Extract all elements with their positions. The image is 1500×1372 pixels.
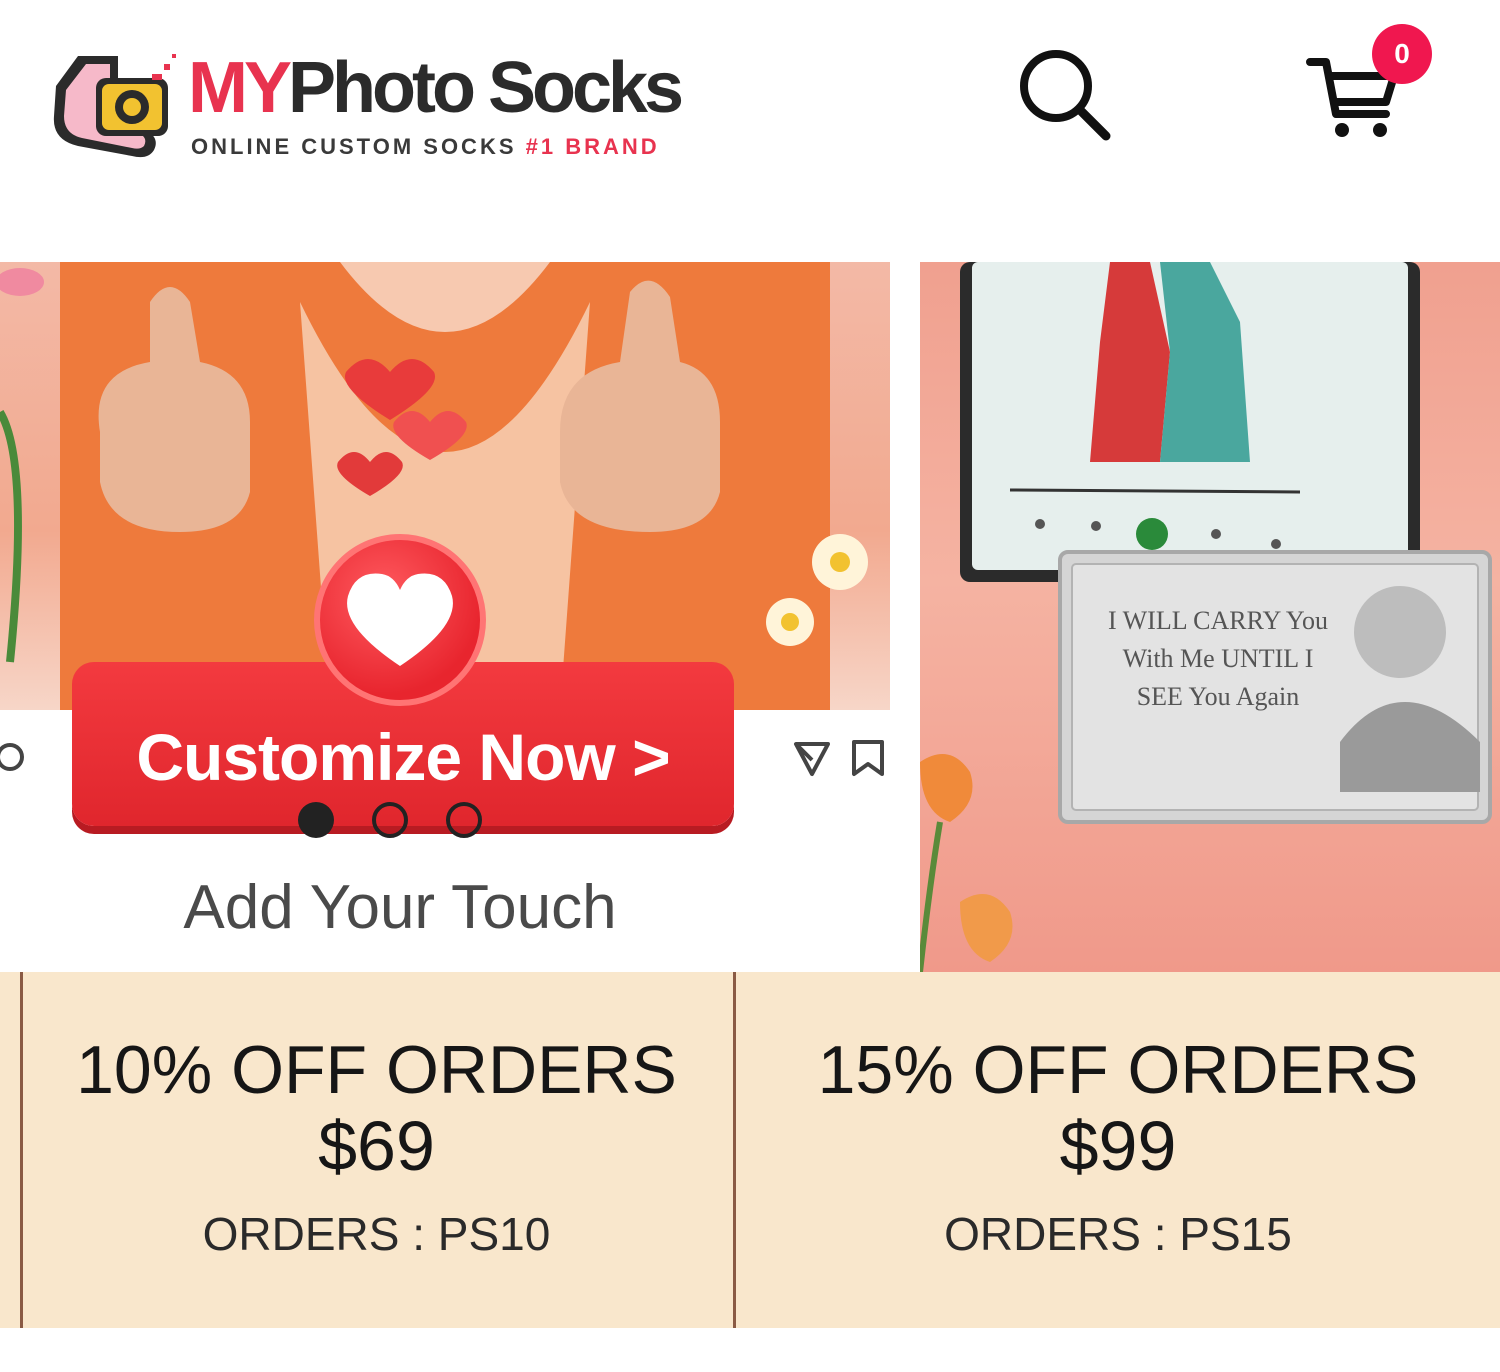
- coupon-card[interactable]: 10% OFF ORDERS $69 ORDERS : PS10: [20, 972, 730, 1328]
- brand-logo[interactable]: MYPhoto Socks ONLINE CUSTOM SOCKS #1 BRA…: [48, 38, 748, 168]
- coupon-amount: $69: [318, 1107, 435, 1185]
- plaque-quote: I WILL CARRY You With Me UNTIL I SEE You…: [1107, 606, 1329, 711]
- heart-icon: [347, 573, 453, 666]
- promo-banner-customize[interactable]: Customize Now > Add Your Touch: [0, 262, 900, 972]
- carousel-indicators: [298, 802, 498, 842]
- carousel-dot-1[interactable]: [298, 802, 334, 838]
- site-header: MYPhoto Socks ONLINE CUSTOM SOCKS #1 BRA…: [0, 0, 1500, 262]
- search-button[interactable]: [1012, 42, 1116, 146]
- brand-name-rest: Photo Socks: [288, 48, 684, 128]
- heart-badge: [314, 534, 486, 706]
- brand-tagline-highlight: #1 BRAND: [525, 134, 660, 159]
- bookmark-icon[interactable]: [850, 738, 886, 778]
- coupon-code: ORDERS : PS10: [202, 1208, 551, 1260]
- brand-tagline: ONLINE CUSTOM SOCKS #1 BRAND: [191, 134, 660, 160]
- coupon-title: 15% OFF ORDERS: [817, 1032, 1419, 1108]
- comment-icon[interactable]: [0, 740, 34, 774]
- coupon-code: ORDERS : PS15: [944, 1208, 1292, 1260]
- brand-tagline-main: ONLINE CUSTOM SOCKS: [191, 134, 517, 159]
- banner-subtitle: Add Your Touch: [183, 873, 617, 942]
- coupon-strip: 10% OFF ORDERS $69 ORDERS : PS10 15% OFF…: [0, 972, 1500, 1328]
- brand-name-my: MY: [188, 48, 292, 128]
- share-icon[interactable]: [792, 738, 832, 778]
- promo-banner-memorial-gifts[interactable]: I WILL CARRY You With Me UNTIL I SEE You…: [920, 262, 1500, 972]
- cart-count-badge: 0: [1372, 24, 1432, 84]
- coupon-amount: $99: [1059, 1107, 1177, 1185]
- coupon-card[interactable]: 15% OFF ORDERS $99 ORDERS : PS15: [733, 972, 1500, 1328]
- search-icon: [1020, 50, 1111, 141]
- carousel-dot-2[interactable]: [372, 802, 408, 838]
- carousel-dot-3[interactable]: [446, 802, 482, 838]
- brand-name: MYPhoto Socks: [188, 52, 684, 124]
- sock-camera-logo-icon: [53, 54, 176, 158]
- coupon-title: 10% OFF ORDERS: [76, 1032, 677, 1108]
